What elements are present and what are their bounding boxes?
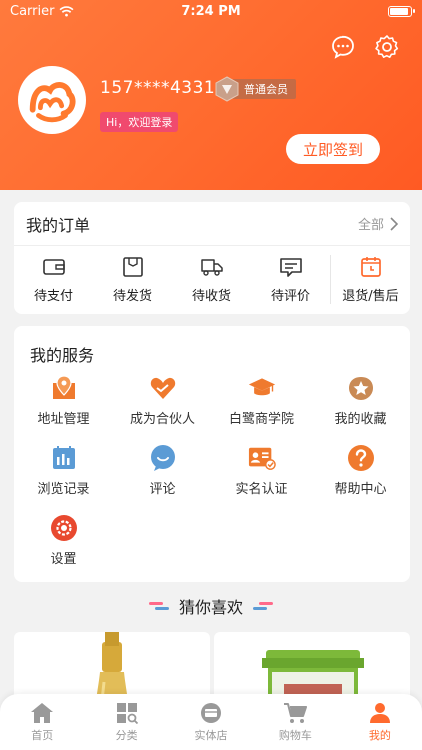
- tab-label: 首页: [31, 728, 54, 742]
- service-partner[interactable]: 成为合伙人: [113, 374, 212, 432]
- brand-logo-icon: [29, 82, 76, 123]
- bottom-tab-bar: 首页 分类 实体店 购物车 我的: [0, 694, 422, 750]
- service-help[interactable]: 帮助中心: [311, 444, 410, 502]
- service-label: 设置: [50, 552, 77, 567]
- service-academy[interactable]: 白鹭商学院: [212, 374, 311, 432]
- signin-button[interactable]: 立即签到: [286, 134, 380, 164]
- order-label: 待发货: [112, 288, 152, 304]
- service-label: 成为合伙人: [129, 412, 195, 427]
- decor-right-icon: [253, 602, 273, 610]
- member-level: 普通会员: [232, 79, 296, 99]
- graduation-icon: [248, 378, 275, 396]
- welcome-tag[interactable]: Hi，欢迎登录: [100, 112, 179, 132]
- truck-icon: [200, 258, 223, 276]
- tab-label: 实体店: [194, 728, 228, 742]
- tab-store[interactable]: 实体店: [169, 694, 253, 750]
- recommend-title: 猜你喜欢: [178, 598, 243, 617]
- service-label: 帮助中心: [334, 482, 387, 497]
- order-pending-shipment[interactable]: 待发货: [93, 255, 172, 304]
- order-after-sales[interactable]: 退货/售后: [330, 254, 410, 304]
- box-icon: [122, 256, 143, 277]
- services-card: 我的服务 地址管理 成为合伙人 白鹭商学院 我的收藏 浏览记录 评论 实名认证: [14, 326, 410, 582]
- cart-icon: [284, 702, 308, 723]
- tab-label: 分类: [115, 728, 138, 742]
- comment-icon: [279, 257, 302, 277]
- status-bar: Carrier 7:24 PM: [0, 0, 422, 22]
- partner-icon: [150, 377, 175, 399]
- tab-label: 购物车: [278, 728, 312, 742]
- chevron-right-icon: [390, 216, 398, 231]
- carrier-label: Carrier: [10, 3, 55, 19]
- service-label: 浏览记录: [37, 482, 90, 497]
- service-label: 白鹭商学院: [228, 412, 294, 427]
- service-address[interactable]: 地址管理: [14, 374, 113, 432]
- tab-label: 我的: [368, 728, 391, 742]
- order-label: 待评价: [270, 288, 310, 304]
- services-title: 我的服务: [30, 346, 95, 365]
- order-pending-payment[interactable]: 待支付: [14, 255, 93, 304]
- orders-card: 我的订单 全部 待支付 待发货 待收货 待评价 退货/售后: [14, 202, 410, 314]
- orders-all-label: 全部: [357, 218, 384, 233]
- service-label: 实名认证: [235, 482, 288, 497]
- store-icon: [201, 702, 222, 723]
- calendar-icon: [52, 446, 75, 469]
- member-badge: 普通会员: [214, 76, 296, 102]
- service-verification[interactable]: 实名认证: [212, 444, 311, 502]
- service-comments[interactable]: 评论: [113, 444, 212, 502]
- avatar[interactable]: [18, 66, 86, 134]
- chat-icon: [150, 445, 175, 471]
- service-label: 评论: [149, 482, 176, 497]
- message-icon[interactable]: [330, 34, 356, 60]
- service-history[interactable]: 浏览记录: [14, 444, 113, 502]
- order-label: 退货/售后: [342, 288, 399, 304]
- tab-category[interactable]: 分类: [84, 694, 168, 750]
- battery-icon: [388, 5, 415, 17]
- phone-number: 157****4331: [100, 78, 216, 98]
- order-pending-review[interactable]: 待评价: [251, 255, 330, 304]
- wallet-icon: [42, 258, 65, 275]
- home-icon: [31, 702, 54, 723]
- tab-cart[interactable]: 购物车: [253, 694, 337, 750]
- service-label: 地址管理: [37, 412, 90, 427]
- order-label: 待收货: [191, 288, 231, 304]
- profile-header: 157****4331 普通会员 Hi，欢迎登录 立即签到: [0, 0, 422, 190]
- return-icon: [360, 256, 381, 277]
- help-icon: [347, 445, 374, 471]
- user-icon: [369, 702, 390, 723]
- location-icon: [52, 375, 75, 399]
- orders-all-link[interactable]: 全部: [358, 214, 398, 233]
- orders-title: 我的订单: [26, 215, 91, 235]
- order-pending-receipt[interactable]: 待收货: [172, 255, 251, 304]
- service-settings[interactable]: 设置: [14, 514, 113, 572]
- tab-home[interactable]: 首页: [0, 694, 84, 750]
- service-label: 我的收藏: [334, 412, 387, 427]
- settings-icon: [50, 515, 77, 541]
- star-icon: [348, 377, 373, 400]
- order-label: 待支付: [33, 288, 73, 304]
- diamond-icon: [215, 76, 239, 102]
- gear-icon[interactable]: [374, 34, 400, 60]
- wifi-icon: [59, 5, 74, 17]
- service-favorites[interactable]: 我的收藏: [311, 374, 410, 432]
- id-card-icon: [248, 447, 276, 470]
- decor-left-icon: [148, 602, 169, 610]
- recommend-heading: 猜你喜欢: [0, 594, 422, 618]
- tab-mine[interactable]: 我的: [338, 694, 422, 750]
- category-icon: [116, 702, 138, 724]
